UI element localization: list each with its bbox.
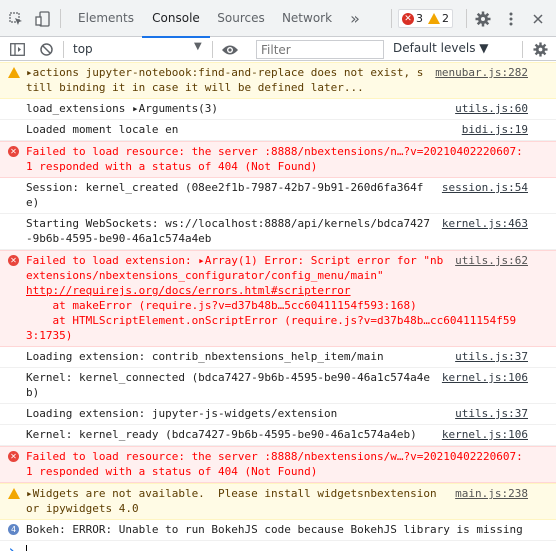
console-message-error: ✕ Failed to load resource: the server :8…: [0, 446, 556, 483]
clear-console-icon[interactable]: [38, 38, 54, 61]
divider: [60, 9, 61, 28]
console-message-warning: main.js:238 ▸Widgets are not available. …: [0, 483, 556, 520]
message-text[interactable]: Failed to load resource: the server :888…: [26, 450, 523, 478]
console-message-error: ✕ utils.js:62 Failed to load extension: …: [0, 250, 556, 347]
message-source-link[interactable]: session.js:54: [442, 180, 528, 195]
more-options-icon[interactable]: [504, 0, 518, 37]
error-count: 3: [416, 12, 423, 25]
divider: [63, 41, 64, 58]
message-source-link[interactable]: utils.js:37: [455, 349, 528, 364]
console-message-grouped: 4 Bokeh: ERROR: Unable to run BokehJS co…: [0, 520, 556, 541]
console-message: kernel.js:106 Kernel: kernel_connected (…: [0, 368, 556, 404]
console-message: utils.js:60 load_extensions ▸Arguments(3…: [0, 99, 556, 120]
console-message-warning: menubar.js:282 ▸actions jupyter-notebook…: [0, 62, 556, 99]
context-selector[interactable]: top: [73, 42, 93, 56]
device-toolbar-icon[interactable]: [34, 0, 52, 37]
message-text: Bokeh: ERROR: Unable to run BokehJS code…: [26, 523, 523, 536]
console-prompt[interactable]: ›: [0, 541, 556, 551]
message-source-link[interactable]: kernel.js:463: [442, 216, 528, 231]
tab-elements[interactable]: Elements: [70, 0, 142, 37]
close-icon[interactable]: [530, 0, 546, 37]
divider: [391, 9, 392, 28]
stack-trace-link[interactable]: http://requirejs.org/docs/errors.html#sc…: [26, 283, 528, 298]
live-expression-eye-icon[interactable]: [220, 38, 240, 61]
settings-gear-icon[interactable]: [474, 0, 492, 37]
message-text: Kernel: kernel_ready (bdca7427-9b6b-4595…: [26, 428, 417, 441]
tab-network[interactable]: Network: [272, 0, 342, 37]
message-text[interactable]: Starting WebSockets: ws://localhost:8888…: [26, 217, 430, 245]
console-message: utils.js:37 Loading extension: contrib_n…: [0, 347, 556, 368]
tab-console[interactable]: Console: [142, 0, 210, 38]
warning-icon: [428, 13, 440, 24]
repeat-count-badge: 4: [8, 524, 19, 535]
divider: [212, 41, 213, 58]
message-text: Loading extension: jupyter-js-widgets/ex…: [26, 407, 338, 420]
divider: [522, 41, 523, 58]
message-text[interactable]: load_extensions ▸Arguments(3): [26, 102, 218, 115]
console-settings-gear-icon[interactable]: [531, 38, 549, 61]
message-text[interactable]: ▸Widgets are not available. Please insta…: [26, 487, 443, 515]
message-text[interactable]: Failed to load extension: ▸Array(1) Erro…: [26, 254, 443, 282]
message-source-link[interactable]: menubar.js:282: [435, 65, 528, 80]
issues-badge[interactable]: ✕ 3 2: [398, 9, 453, 28]
error-icon: ✕: [8, 255, 19, 266]
console-message: kernel.js:463 Starting WebSockets: ws://…: [0, 214, 556, 250]
error-icon: ✕: [402, 12, 414, 25]
stack-frame[interactable]: at HTMLScriptElement.onScriptError (requ…: [26, 313, 528, 343]
message-text[interactable]: Failed to load resource: the server :888…: [26, 145, 523, 173]
error-icon: ✕: [8, 451, 19, 462]
message-text: Loading extension: contrib_nbextensions_…: [26, 350, 384, 363]
inspect-element-icon[interactable]: [8, 0, 24, 37]
message-source-link[interactable]: kernel.js:106: [442, 427, 528, 442]
message-source-link[interactable]: utils.js:37: [455, 406, 528, 421]
console-message-error: ✕ Failed to load resource: the server :8…: [0, 141, 556, 178]
divider: [466, 9, 467, 28]
message-source-link[interactable]: bidi.js:19: [462, 122, 528, 137]
filter-input[interactable]: [256, 40, 384, 59]
console-message: session.js:54 Session: kernel_created (0…: [0, 178, 556, 214]
console-messages: menubar.js:282 ▸actions jupyter-notebook…: [0, 62, 556, 551]
warning-count: 2: [442, 12, 449, 25]
devtools-tabbar: Elements Console Sources Network » ✕ 3 2: [0, 0, 556, 38]
console-toolbar: top ▼ Default levels ▼: [0, 38, 556, 61]
tab-sources[interactable]: Sources: [210, 0, 272, 37]
console-message: utils.js:37 Loading extension: jupyter-j…: [0, 404, 556, 425]
stack-frame[interactable]: at makeError (require.js?v=d37b48b…5cc60…: [26, 298, 528, 313]
message-text: Kernel: kernel_connected (bdca7427-9b6b-…: [26, 371, 430, 399]
message-text[interactable]: ▸actions jupyter-notebook:find-and-repla…: [26, 66, 423, 94]
text-cursor: [26, 545, 27, 551]
warning-icon: [8, 67, 20, 78]
message-source-link[interactable]: kernel.js:106: [442, 370, 528, 385]
more-tabs-button[interactable]: »: [344, 0, 366, 37]
sidebar-toggle-icon[interactable]: [8, 38, 26, 61]
message-source-link[interactable]: utils.js:60: [455, 101, 528, 116]
console-message: bidi.js:19 Loaded moment locale en: [0, 120, 556, 141]
error-icon: ✕: [8, 146, 19, 157]
prompt-chevron-icon: ›: [9, 544, 14, 551]
message-text: Loaded moment locale en: [26, 123, 179, 136]
log-levels-dropdown[interactable]: Default levels ▼: [393, 41, 489, 55]
console-message: kernel.js:106 Kernel: kernel_ready (bdca…: [0, 425, 556, 446]
message-source-link[interactable]: main.js:238: [455, 486, 528, 501]
message-text: Session: kernel_created (08ee2f1b-7987-4…: [26, 181, 424, 209]
context-dropdown-arrow-icon[interactable]: ▼: [194, 41, 202, 52]
warning-icon: [8, 488, 20, 499]
message-source-link[interactable]: utils.js:62: [455, 253, 528, 268]
